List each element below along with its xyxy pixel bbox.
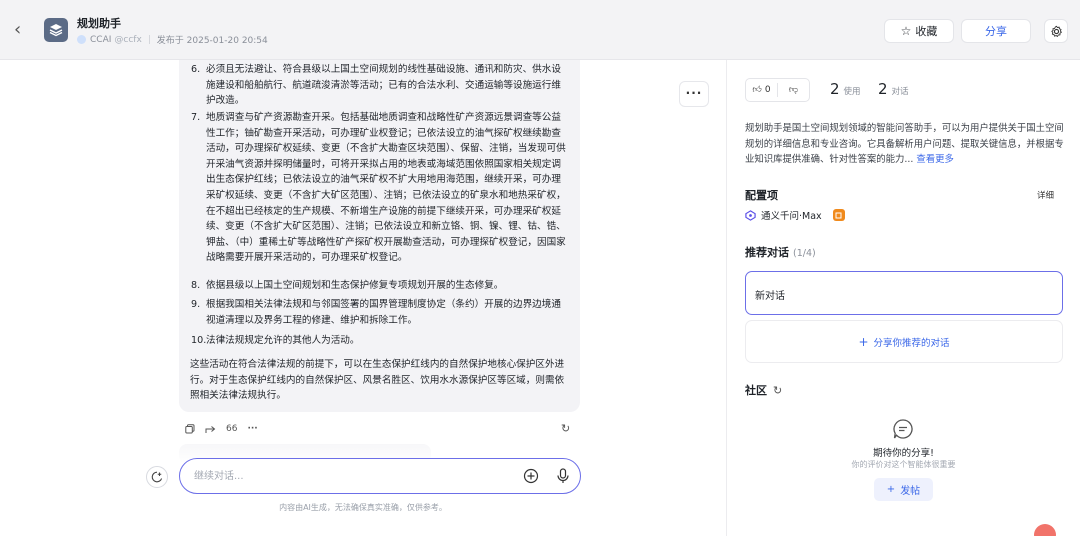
author-avatar (77, 35, 86, 44)
message-actions: 66 ··· (185, 422, 258, 436)
share-recommend-button[interactable]: + 分享你推荐的对话 (745, 320, 1063, 363)
share-recommend-label: 分享你推荐的对话 (873, 337, 950, 349)
uses-stat: 2 使用 (830, 80, 861, 98)
recommend-count: (1/4) (793, 248, 816, 259)
more-icon[interactable]: ··· (247, 424, 257, 434)
author-handle: @ccfx (114, 34, 142, 45)
recommended-chat-card[interactable]: 新对话 (745, 271, 1063, 315)
model-icon (745, 209, 756, 221)
copy-icon[interactable] (185, 424, 195, 434)
config-detail-link[interactable]: 详细 (1037, 189, 1054, 201)
list-item-text: 法律法规规定允许的其他人为活动。 (206, 335, 360, 346)
thumbs-up-icon: 👍︎ (752, 85, 762, 95)
dislike-button[interactable]: 👎︎ (778, 79, 809, 101)
disclaimer: 内容由AI生成，无法确保真实准确，仅供参考。 (279, 503, 447, 512)
dialogs-label: 对话 (891, 87, 909, 97)
share-label: 分享 (985, 25, 1007, 38)
agent-info-panel: 👍︎ 0 👎︎ 2 使用 2 对话 规划助手是国土空间规划领域的智能问答助手，可… (727, 60, 1080, 536)
share-icon[interactable] (205, 424, 216, 434)
microphone-icon[interactable] (556, 468, 570, 484)
dialogs-stat: 2 对话 (878, 80, 909, 98)
publish-date: 发布于 2025-01-20 20:54 (156, 36, 268, 46)
assistant-message: 6. 必须且无法避让、符合县级以上国土空间规划的线性基础设施、通讯和防灾、供水设… (179, 60, 580, 412)
rating-group: 👍︎ 0 👎︎ (745, 78, 810, 102)
meta-divider (148, 35, 150, 44)
plus-icon: + (858, 334, 869, 349)
thumbs-down-icon: 👎︎ (788, 85, 799, 95)
plugin-icon (832, 209, 845, 221)
app-logo-icon (44, 18, 68, 42)
like-button[interactable]: 👍︎ 0 (746, 79, 777, 101)
author-name[interactable]: CCAI (90, 35, 111, 45)
new-chat-button[interactable] (146, 466, 168, 488)
list-item-text: 必须且无法避让、符合县级以上国土空间规划的线性基础设施、通讯和防灾、供水设施建设… (206, 64, 561, 107)
community-title: 社区 ↻ (745, 383, 783, 398)
more-options-button[interactable]: ··· (679, 81, 709, 107)
agent-description: 规划助手是国土空间规划领域的智能问答助手，可以为用户提供关于国土空间规划的详细信… (745, 123, 1064, 165)
app-meta: CCAI @ccfx 发布于 2025-01-20 20:54 (77, 33, 268, 46)
list-item-text: 地质调查与矿产资源勘查开采。包括基础地质调查和战略性矿产资源远景调查等公益性工作… (206, 112, 566, 264)
recommended-chat-label: 新对话 (755, 291, 785, 302)
empty-state-subtitle: 你的评价对这个智能体很重要 (851, 460, 956, 469)
uses-count: 2 (830, 80, 840, 98)
chat-bubble-icon (893, 419, 913, 439)
list-item-text: 根据我国相关法律法规和与邻国签署的国界管理制度协定（条约）开展的边界边境通视道清… (206, 299, 561, 326)
closing-paragraph: 这些活动在符合法律法规的前提下，可以在生态保护红线内的自然保护地核心保护区外进行… (190, 359, 565, 402)
new-chat-icon (151, 471, 163, 483)
model-name: 通义千问·Max (761, 211, 822, 222)
model-row: 通义千问·Max (745, 208, 845, 222)
favorite-button[interactable]: ☆ 收藏 (884, 19, 954, 43)
top-bar: ‹ 规划助手 CCAI @ccfx 发布于 2025-01-20 20:54 ☆… (0, 0, 1080, 60)
chat-input[interactable] (194, 467, 494, 485)
list-item-text: 依据县级以上国土空间规划和生态保护修复专项规划开展的生态修复。 (206, 280, 504, 291)
quote-count[interactable]: 66 (226, 424, 237, 434)
regenerate-icon[interactable]: ↻ (561, 422, 570, 435)
recommend-title: 推荐对话 (1/4) (745, 246, 816, 259)
share-button[interactable]: 分享 (961, 19, 1031, 43)
chat-input-box (179, 458, 581, 494)
refresh-icon[interactable]: ↻ (773, 384, 782, 397)
like-count: 0 (764, 85, 771, 95)
see-more-link[interactable]: 查看更多 (916, 154, 954, 165)
chat-area: 6. 必须且无法避让、符合县级以上国土空间规划的线性基础设施、通讯和防灾、供水设… (0, 60, 726, 536)
app-title: 规划助手 (77, 17, 121, 30)
plus-icon: + (886, 484, 896, 495)
star-icon: ☆ (900, 24, 912, 38)
favorite-label: 收藏 (915, 25, 938, 38)
gear-icon (1050, 25, 1062, 37)
empty-state-title: 期待你的分享! (873, 448, 934, 459)
config-title: 配置项 (745, 189, 778, 202)
dialogs-count: 2 (878, 80, 888, 98)
settings-button[interactable] (1044, 19, 1068, 43)
post-button[interactable]: + 发帖 (874, 478, 933, 501)
back-arrow-icon[interactable]: ‹ (14, 20, 32, 40)
uses-label: 使用 (843, 87, 861, 97)
post-label: 发帖 (900, 486, 921, 497)
add-attachment-icon[interactable] (523, 468, 539, 484)
